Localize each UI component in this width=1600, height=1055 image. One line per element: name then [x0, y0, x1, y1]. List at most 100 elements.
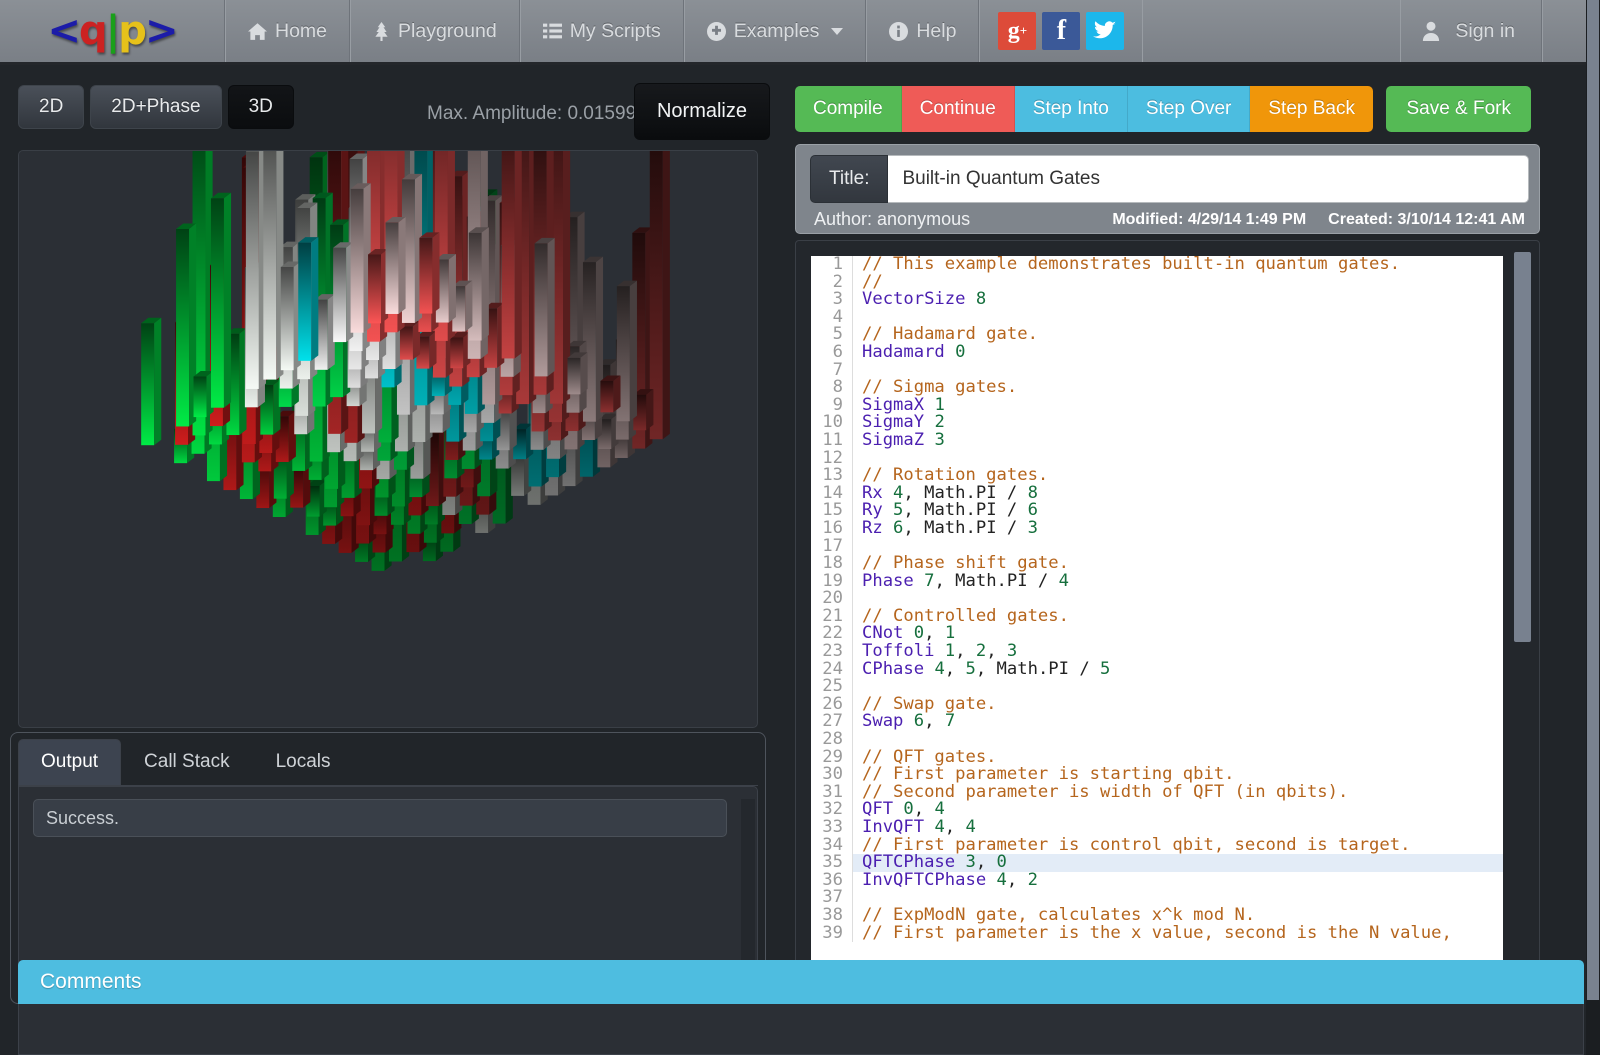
- amplitude-bar: [368, 254, 381, 323]
- view-mode-2d-phase[interactable]: 2D+Phase: [90, 85, 221, 129]
- amplitude-bar-side: [548, 238, 555, 376]
- amplitude-bar-side: [663, 151, 670, 439]
- editor-vertical-scrollbar[interactable]: [1514, 249, 1531, 1009]
- line-number: 5: [811, 326, 853, 344]
- facebook-glyph: f: [1057, 15, 1066, 47]
- state-visualization-panel[interactable]: [18, 150, 758, 728]
- code-text: Swap 6, 7: [853, 713, 955, 731]
- info-circle-icon: [889, 22, 908, 41]
- code-editor[interactable]: 1// This example demonstrates built-in q…: [795, 240, 1540, 1000]
- amplitude-bar-side: [630, 281, 637, 422]
- code-line[interactable]: 1// This example demonstrates built-in q…: [811, 256, 1503, 274]
- code-text: Rz 6, Math.PI / 3: [853, 520, 1038, 538]
- code-lines[interactable]: 1// This example demonstrates built-in q…: [811, 256, 1503, 1001]
- title-label: Title:: [810, 155, 888, 203]
- save-and-fork-button[interactable]: Save & Fork: [1386, 86, 1531, 132]
- normalize-button[interactable]: Normalize: [634, 83, 770, 140]
- amplitude-bar: [400, 326, 413, 359]
- modified-label: Modified: 4/29/14 1:49 PM: [1112, 211, 1306, 229]
- code-text: [853, 362, 862, 380]
- amplitude-bar: [502, 151, 515, 358]
- amplitude-bar: [600, 381, 613, 412]
- step-into-button[interactable]: Step Into: [1015, 86, 1128, 132]
- facebook-icon[interactable]: f: [1042, 12, 1080, 50]
- timestamps: Modified: 4/29/14 1:49 PM Created: 3/10/…: [1112, 211, 1525, 229]
- code-line[interactable]: 39// First parameter is the x value, sec…: [811, 925, 1503, 943]
- page-scrollbar-thumb[interactable]: [1587, 0, 1599, 1000]
- compile-button[interactable]: Compile: [795, 86, 902, 132]
- nav-label-playground: Playground: [398, 20, 497, 43]
- step-over-button[interactable]: Step Over: [1128, 86, 1251, 132]
- title-input[interactable]: [888, 155, 1529, 203]
- step-back-button[interactable]: Step Back: [1250, 86, 1373, 132]
- amplitude-bar: [141, 323, 154, 445]
- code-line[interactable]: 11SigmaZ 3: [811, 432, 1503, 450]
- code-line[interactable]: 36InvQFTCPhase 4, 2: [811, 872, 1503, 890]
- list-icon: [543, 23, 562, 39]
- author-label: Author: anonymous: [814, 209, 970, 230]
- nav-label-examples: Examples: [734, 20, 820, 43]
- logo-p: p: [118, 8, 145, 54]
- sign-in-button[interactable]: Sign in: [1400, 0, 1542, 62]
- amplitude-bar: [568, 358, 581, 394]
- nav-item-examples[interactable]: Examples: [684, 0, 867, 62]
- code-line[interactable]: 24CPhase 4, 5, Math.PI / 5: [811, 661, 1503, 679]
- amplitude-bar-side: [613, 375, 620, 412]
- code-text: // This example demonstrates built-in qu…: [853, 256, 1400, 274]
- code-line[interactable]: 19Phase 7, Math.PI / 4: [811, 573, 1503, 591]
- code-line[interactable]: 27Swap 6, 7: [811, 713, 1503, 731]
- amplitude-bar: [535, 243, 548, 376]
- chevron-down-icon: [831, 28, 843, 35]
- nav-item-playground[interactable]: Playground: [350, 0, 520, 62]
- title-row: Title:: [796, 145, 1539, 203]
- code-text: VectorSize 8: [853, 291, 986, 309]
- logo-q: q: [79, 8, 106, 54]
- nav-item-my-scripts[interactable]: My Scripts: [520, 0, 684, 62]
- nav-item-home[interactable]: Home: [225, 0, 350, 62]
- nav-label-help: Help: [916, 20, 956, 43]
- code-line[interactable]: 6Hadamard 0: [811, 344, 1503, 362]
- code-text: [853, 450, 862, 468]
- amplitude-bar-side: [154, 318, 161, 445]
- page-scrollbar[interactable]: [1586, 0, 1600, 1055]
- line-number: 2: [811, 274, 853, 292]
- visualization-column: 2D 2D+Phase 3D Max. Amplitude: 0.015993 …: [0, 68, 790, 1055]
- code-text: Phase 7, Math.PI / 4: [853, 573, 1069, 591]
- amplitude-3d-chart[interactable]: [19, 151, 757, 727]
- plus-circle-icon: [707, 22, 726, 41]
- nav-item-help[interactable]: Help: [866, 0, 979, 62]
- amplitude-bar-side: [432, 232, 439, 313]
- amplitude-bar: [211, 198, 224, 407]
- line-number: 1: [811, 256, 853, 274]
- home-icon: [248, 22, 267, 41]
- amplitude-bar-side: [580, 352, 587, 394]
- output-message: Success.: [33, 799, 727, 837]
- logo-left-bracket: <: [48, 8, 80, 54]
- line-number: 6: [811, 344, 853, 362]
- amplitude-bar: [385, 222, 398, 314]
- editor-column: Compile Continue Step Into Step Over Ste…: [790, 68, 1586, 1055]
- amplitude-bar-side: [465, 281, 472, 332]
- view-mode-2d[interactable]: 2D: [18, 85, 84, 129]
- output-vertical-scrollbar[interactable]: [741, 799, 755, 981]
- google-plus-icon[interactable]: g+: [998, 12, 1036, 50]
- amplitude-bar-side: [311, 237, 318, 361]
- code-line[interactable]: 3VectorSize 8: [811, 291, 1503, 309]
- amplitude-bar: [263, 151, 276, 380]
- amplitude-bar: [419, 238, 432, 314]
- google-plus-sup: +: [1020, 23, 1027, 39]
- editor-scrollbar-thumb[interactable]: [1514, 252, 1531, 642]
- code-text: [853, 590, 862, 608]
- navbar-right-edge: [1542, 0, 1586, 62]
- user-icon: [1421, 21, 1441, 41]
- visualization-toolbar: 2D 2D+Phase 3D Max. Amplitude: 0.015993 …: [18, 85, 770, 145]
- code-text: SigmaZ 3: [853, 432, 945, 450]
- view-mode-3d[interactable]: 3D: [228, 85, 294, 129]
- comments-header[interactable]: Comments: [18, 960, 1584, 1004]
- continue-button[interactable]: Continue: [902, 86, 1015, 132]
- twitter-icon[interactable]: [1086, 12, 1124, 50]
- code-line[interactable]: 16Rz 6, Math.PI / 3: [811, 520, 1503, 538]
- view-mode-group: 2D 2D+Phase 3D: [18, 85, 300, 129]
- site-logo[interactable]: <q|p>: [0, 0, 225, 62]
- logo-text: <q|p>: [48, 8, 177, 54]
